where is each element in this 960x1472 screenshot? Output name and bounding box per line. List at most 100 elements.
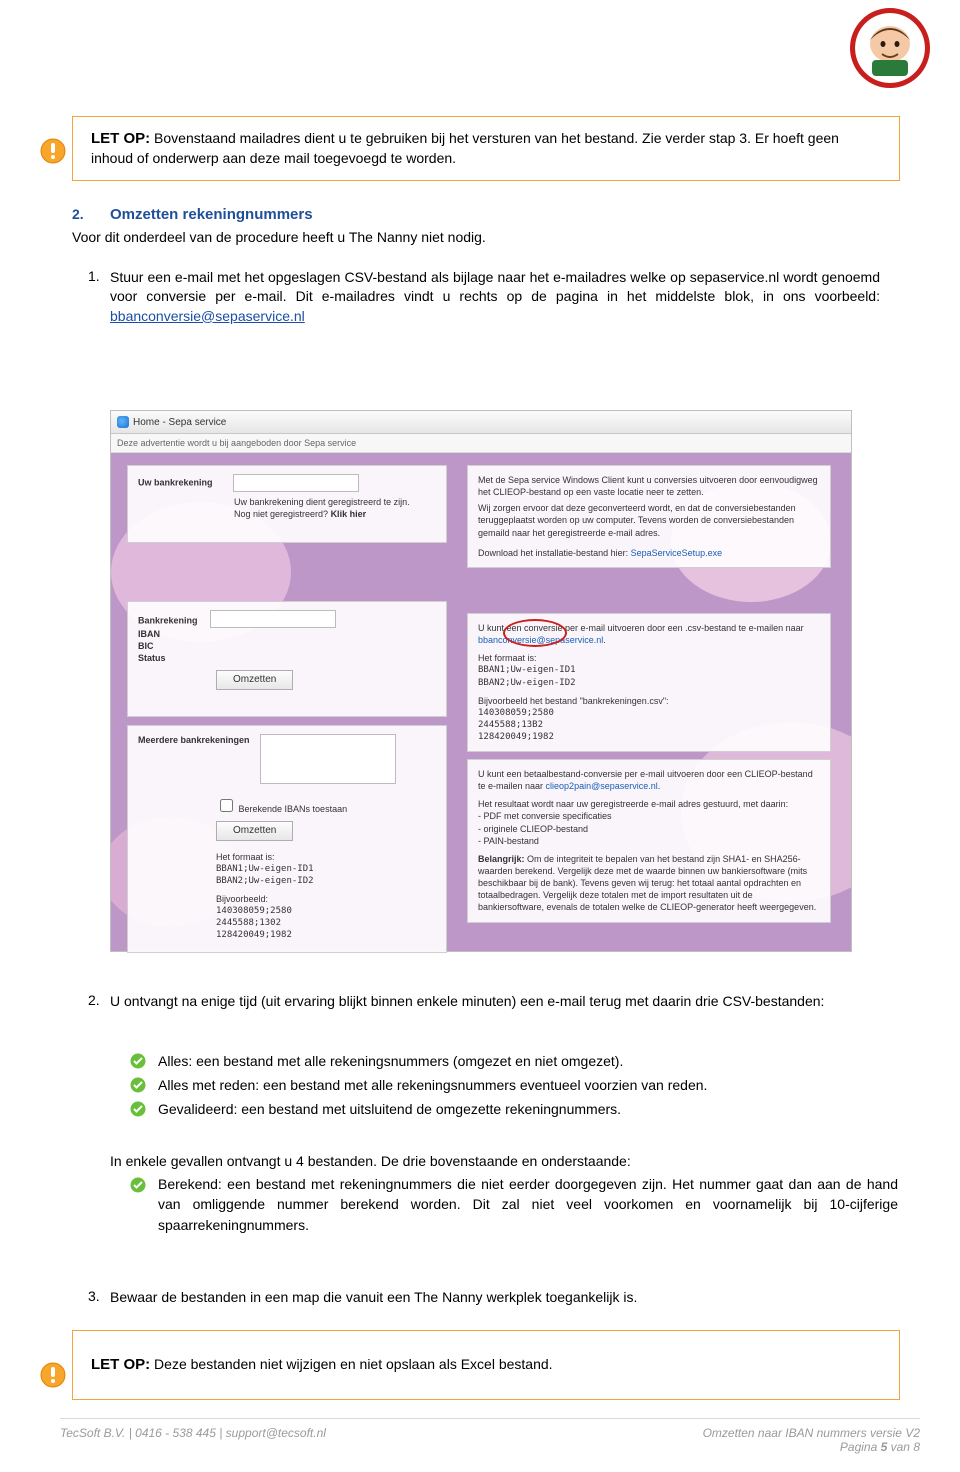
omzetten-button-1[interactable]: Omzetten xyxy=(216,670,293,690)
bl-chk-row: Berekende IBANs toestaan xyxy=(216,796,436,815)
brand-logo xyxy=(850,8,930,88)
mr-ex2: 2445588;13B2 xyxy=(478,719,820,731)
reg-line2-pre: Nog niet geregistreerd? xyxy=(234,509,331,519)
step-number-3: 3. xyxy=(88,1288,100,1304)
download-link[interactable]: SepaServiceSetup.exe xyxy=(631,548,723,558)
check-icon xyxy=(130,1101,146,1117)
wc-t2: Wij zorgen ervoor dat deze geconverteerd… xyxy=(478,502,820,538)
wc-download: Download het installatie-bestand hier: S… xyxy=(478,547,820,559)
browser-tab-title: Home - Sepa service xyxy=(133,417,226,428)
bl-ex2: 2445588;1302 xyxy=(216,917,436,929)
bl-fmt-h: Het formaat is: xyxy=(216,851,436,863)
bankrekening-field[interactable] xyxy=(210,610,336,628)
step-number-2: 2. xyxy=(88,992,100,1008)
callout-1-text: LET OP: Bovenstaand mailadres dient u te… xyxy=(91,129,881,168)
panel-windows-client: Met de Sepa service Windows Client kunt … xyxy=(467,465,831,568)
footer-left: TecSoft B.V. | 0416 - 538 445 | support@… xyxy=(60,1426,326,1440)
check-row: Alles met reden: een bestand met alle re… xyxy=(130,1074,890,1098)
br-imp-label: Belangrijk: xyxy=(478,854,525,864)
bl-fmt1: BBAN1;Uw-eigen-ID1 xyxy=(216,863,436,875)
br-b2: - originele CLIEOP-bestand xyxy=(478,823,820,835)
mr-ex3: 128420049;1982 xyxy=(478,731,820,743)
ie-icon xyxy=(117,416,129,428)
check-text: Alles: een bestand met alle rekeningsnum… xyxy=(158,1050,623,1074)
check-row: Alles: een bestand met alle rekeningsnum… xyxy=(130,1050,890,1074)
panel-label: Uw bankrekening xyxy=(138,477,213,487)
bl-chk-label: Berekende IBANs toestaan xyxy=(239,804,348,814)
bl-ex-h: Bijvoorbeeld: xyxy=(216,893,436,905)
check-icon xyxy=(130,1077,146,1093)
klik-hier-link[interactable]: Klik hier xyxy=(331,509,367,519)
reg-line: Uw bankrekening dient geregistreerd te z… xyxy=(234,496,436,508)
check-list-1: Alles: een bestand met alle rekeningsnum… xyxy=(130,1050,890,1121)
step-1-body: Stuur een e-mail met het opgeslagen CSV-… xyxy=(110,269,880,304)
check-row: Gevalideerd: een bestand met uitsluitend… xyxy=(130,1098,890,1122)
mr-ex1: 140308059;2580 xyxy=(478,707,820,719)
check-text: Gevalideerd: een bestand met uitsluitend… xyxy=(158,1098,621,1122)
check-row: Berekend: een bestand met rekeningnummer… xyxy=(130,1174,900,1235)
red-circle-annotation xyxy=(503,619,567,647)
check-list-2: Berekend: een bestand met rekeningnummer… xyxy=(130,1174,900,1235)
mr-fmt2: BBAN2;Uw-eigen-ID2 xyxy=(478,677,820,689)
section-intro: Voor dit onderdeel van de procedure heef… xyxy=(72,228,872,247)
footer-divider xyxy=(60,1418,920,1419)
ml-l4: Status xyxy=(138,652,436,664)
panel-meerdere: Meerdere bankrekeningen Berekende IBANs … xyxy=(127,725,447,953)
br-t2: Het resultaat wordt naar uw geregistreer… xyxy=(478,798,820,810)
check-icon xyxy=(130,1177,146,1193)
bl-ex1: 140308059;2580 xyxy=(216,905,436,917)
browser-tab-bar: Home - Sepa service xyxy=(111,411,851,434)
check-icon xyxy=(130,1053,146,1069)
mr-fmt-h: Het formaat is: xyxy=(478,652,820,664)
mr-ex-h: Bijvoorbeeld het bestand "bankrekeningen… xyxy=(478,695,820,707)
br-important: Belangrijk: Om de integriteit te bepalen… xyxy=(478,853,820,914)
letop-label: LET OP: xyxy=(91,130,150,147)
embedded-screenshot: Home - Sepa service Deze advertentie wor… xyxy=(110,410,852,952)
footer-page-pre: Pagina xyxy=(840,1440,881,1454)
omzetten-button-2[interactable]: Omzetten xyxy=(216,821,293,841)
br-b3: - PAIN-bestand xyxy=(478,835,820,847)
panel-uw-bankrekening: Uw bankrekening Uw bankrekening dient ge… xyxy=(127,465,447,543)
callout-2-body: Deze bestanden niet wijzigen en niet ops… xyxy=(150,1356,552,1372)
panel-clieop: U kunt een betaalbestand-conversie per e… xyxy=(467,759,831,923)
callout-1-body: Bovenstaand mailadres dient u te gebruik… xyxy=(91,130,839,166)
wc-t1: Met de Sepa service Windows Client kunt … xyxy=(478,474,820,498)
step-number-1: 1. xyxy=(88,268,100,284)
br-b1: - PDF met conversie specificaties xyxy=(478,810,820,822)
berekende-checkbox[interactable] xyxy=(220,799,233,812)
mr-fmt1: BBAN1;Uw-eigen-ID1 xyxy=(478,664,820,676)
clieop-link[interactable]: clieop2pain@sepaservice.nl xyxy=(546,781,658,791)
wc-dl-pre: Download het installatie-bestand hier: xyxy=(478,548,631,558)
step-3-text: Bewaar de bestanden in een map die vanui… xyxy=(110,1288,880,1307)
reg-line2: Nog niet geregistreerd? Klik hier xyxy=(234,508,436,520)
ml-l1: Bankrekening xyxy=(138,616,198,626)
letop-label: LET OP: xyxy=(91,1356,150,1373)
ml-l3: BIC xyxy=(138,640,436,652)
section-number: 2. xyxy=(72,206,84,222)
screenshot-body: Uw bankrekening Uw bankrekening dient ge… xyxy=(111,453,851,951)
section-title: Omzetten rekeningnummers xyxy=(110,206,313,223)
br-imp-text: Om de integriteit te bepalen van het bes… xyxy=(478,854,816,913)
panel-omzetten-single: Bankrekening IBAN BIC Status Omzetten xyxy=(127,601,447,717)
bl-ex3: 128420049;1982 xyxy=(216,929,436,941)
warning-icon xyxy=(40,138,66,164)
warning-icon xyxy=(40,1362,66,1388)
callout-letop-2: LET OP: Deze bestanden niet wijzigen en … xyxy=(72,1330,900,1400)
callout-letop-1: LET OP: Bovenstaand mailadres dient u te… xyxy=(72,116,900,181)
footer-page-post: van 8 xyxy=(887,1440,920,1454)
step-2-after: In enkele gevallen ontvangt u 4 bestande… xyxy=(110,1152,890,1171)
br-intro: U kunt een betaalbestand-conversie per e… xyxy=(478,768,820,792)
ad-bar: Deze advertentie wordt u bij aangeboden … xyxy=(111,434,851,453)
check-text-berekend: Berekend: een bestand met rekeningnummer… xyxy=(158,1174,898,1235)
bankrekening-input[interactable] xyxy=(233,474,359,492)
step-1-email-link[interactable]: bbanconversie@sepaservice.nl xyxy=(110,308,305,324)
bl-label: Meerdere bankrekeningen xyxy=(138,735,250,745)
footer-doc-title: Omzetten naar IBAN nummers versie V2 xyxy=(703,1426,920,1440)
check-text: Alles met reden: een bestand met alle re… xyxy=(158,1074,707,1098)
step-2-intro: U ontvangt na enige tijd (uit ervaring b… xyxy=(110,992,880,1011)
step-1-text: Stuur een e-mail met het opgeslagen CSV-… xyxy=(110,268,880,326)
callout-2-text: LET OP: Deze bestanden niet wijzigen en … xyxy=(91,1355,881,1375)
bl-fmt2: BBAN2;Uw-eigen-ID2 xyxy=(216,875,436,887)
meerdere-textarea[interactable] xyxy=(260,734,396,784)
ml-l2: IBAN xyxy=(138,628,436,640)
